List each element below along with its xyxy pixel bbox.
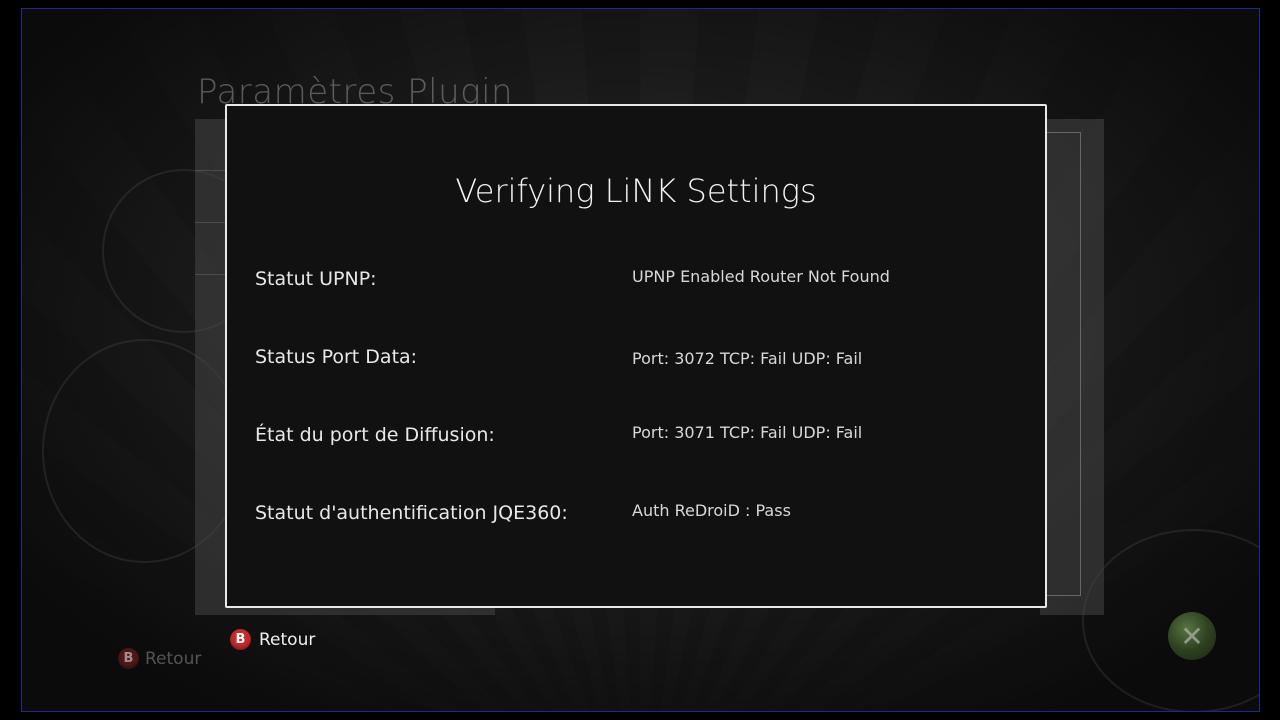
- broadcast-port-status-label: État du port de Diffusion:: [255, 424, 495, 446]
- background-back-label: Retour: [145, 648, 202, 669]
- data-port-status-label: Status Port Data:: [255, 346, 418, 368]
- upnp-status-label: Statut UPNP:: [255, 268, 377, 290]
- upnp-status-value: UPNP Enabled Router Not Found: [632, 267, 890, 286]
- verify-link-dialog: Verifying LiNK Settings Statut UPNP: UPN…: [225, 104, 1047, 608]
- auth-status-value: Auth ReDroiD : Pass: [632, 501, 791, 520]
- dialog-title: Verifying LiNK Settings: [455, 172, 817, 210]
- back-button-label: Retour: [259, 629, 316, 650]
- data-port-status-value: Port: 3072 TCP: Fail UDP: Fail: [632, 349, 863, 368]
- back-button[interactable]: B Retour: [230, 629, 315, 650]
- b-button-icon: B: [230, 629, 251, 650]
- auth-status-label: Statut d'authentification JQE360:: [255, 502, 568, 524]
- decorative-swirl: [1082, 529, 1259, 711]
- xbox-logo-icon: ✕: [1168, 612, 1216, 660]
- background-back-hint: B Retour: [118, 648, 201, 669]
- broadcast-port-status-value: Port: 3071 TCP: Fail UDP: Fail: [632, 423, 863, 442]
- b-button-icon: B: [118, 648, 139, 669]
- background-side-panel: [1040, 119, 1104, 615]
- screen: Paramètres Plugin B Retour ✕ Verifying L…: [0, 0, 1280, 720]
